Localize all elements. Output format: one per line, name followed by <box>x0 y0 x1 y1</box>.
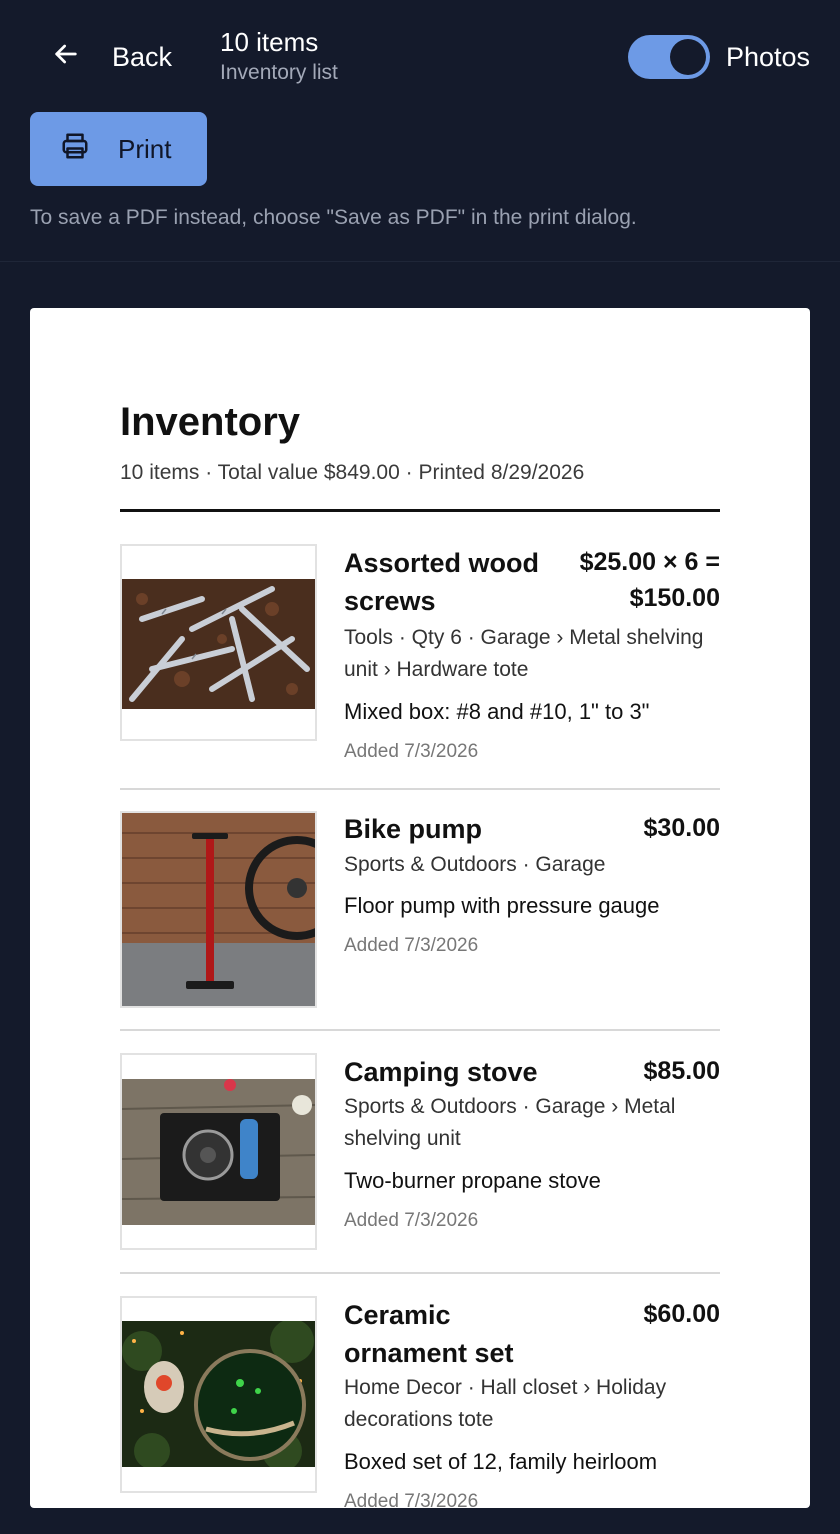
screws-photo <box>122 579 315 709</box>
list-item: Bike pump $30.00 Sports & Outdoors · Gar… <box>120 790 720 1031</box>
print-preview-sheet: Inventory 10 items · Total value $849.00… <box>30 308 810 1512</box>
arrow-left-icon <box>50 38 82 77</box>
back-label: Back <box>112 41 173 72</box>
item-price: $30.00 <box>643 814 720 842</box>
item-added-date: Added 7/3/2026 <box>344 935 479 956</box>
photos-toggle-label: Photos <box>725 41 810 72</box>
item-category-location: Home Decor · Hall closet › Holiday decor… <box>344 1376 667 1431</box>
item-photo <box>120 544 317 741</box>
item-price: $60.00 <box>643 1300 720 1328</box>
item-photo <box>120 811 317 1008</box>
back-button[interactable]: Back <box>50 34 172 80</box>
toggle-knob <box>669 39 706 75</box>
save-pdf-hint: To save a PDF instead, choose "Save as P… <box>30 206 637 229</box>
item-category-location: Tools · Qty 6 · Garage › Metal shelving … <box>344 626 704 681</box>
item-added-date: Added 7/3/2026 <box>344 1210 479 1231</box>
list-item: Assorted wood screws $25.00 × 6 = $150.0… <box>120 512 720 790</box>
item-photo <box>120 1053 317 1250</box>
page-title-group: 10 items Inventory list <box>220 26 338 88</box>
item-name: Assorted wood screws <box>344 548 540 616</box>
item-price: $85.00 <box>643 1057 720 1085</box>
page-title: 10 items <box>220 27 319 57</box>
item-note: Two-burner propane stove <box>344 1168 601 1193</box>
item-unit-price: $25.00 × 6 = <box>579 548 720 576</box>
bike-pump-photo <box>122 813 315 1006</box>
item-photo <box>120 1296 317 1493</box>
photos-toggle[interactable] <box>627 35 710 79</box>
camping-stove-photo <box>122 1079 315 1225</box>
item-added-date: Added 7/3/2026 <box>344 741 479 762</box>
ornament-photo <box>122 1321 315 1467</box>
item-note: Floor pump with pressure gauge <box>344 893 660 918</box>
item-name: Camping stove <box>344 1057 538 1087</box>
inventory-list: Assorted wood screws $25.00 × 6 = $150.0… <box>120 512 720 1534</box>
photos-toggle-group: Photos <box>627 34 810 80</box>
item-note: Boxed set of 12, family heirloom <box>344 1449 658 1474</box>
item-price: $25.00 × 6 = $150.00 <box>580 544 720 616</box>
item-category-location: Sports & Outdoors · Garage <box>344 853 606 876</box>
print-label: Print <box>118 133 172 164</box>
top-bar: Back 10 items Inventory list Photos Prin… <box>0 0 840 262</box>
item-note: Mixed box: #8 and #10, 1" to 3" <box>344 699 650 724</box>
item-total-price: $150.00 <box>629 584 720 612</box>
document-title: Inventory <box>120 400 301 444</box>
item-name: Ceramic ornament set <box>344 1300 514 1368</box>
printer-icon <box>60 131 90 168</box>
page-subtitle: Inventory list <box>220 61 338 84</box>
item-added-date: Added 7/3/2026 <box>344 1491 479 1512</box>
list-item: Camping stove $85.00 Sports & Outdoors ·… <box>120 1031 720 1274</box>
item-name: Bike pump <box>344 814 483 844</box>
list-item: Ceramic ornament set $60.00 Home Decor ·… <box>120 1274 720 1534</box>
document-meta: 10 items · Total value $849.00 · Printed… <box>120 461 585 484</box>
item-category-location: Sports & Outdoors · Garage › Metal shelv… <box>344 1095 676 1150</box>
print-button[interactable]: Print <box>30 112 207 186</box>
